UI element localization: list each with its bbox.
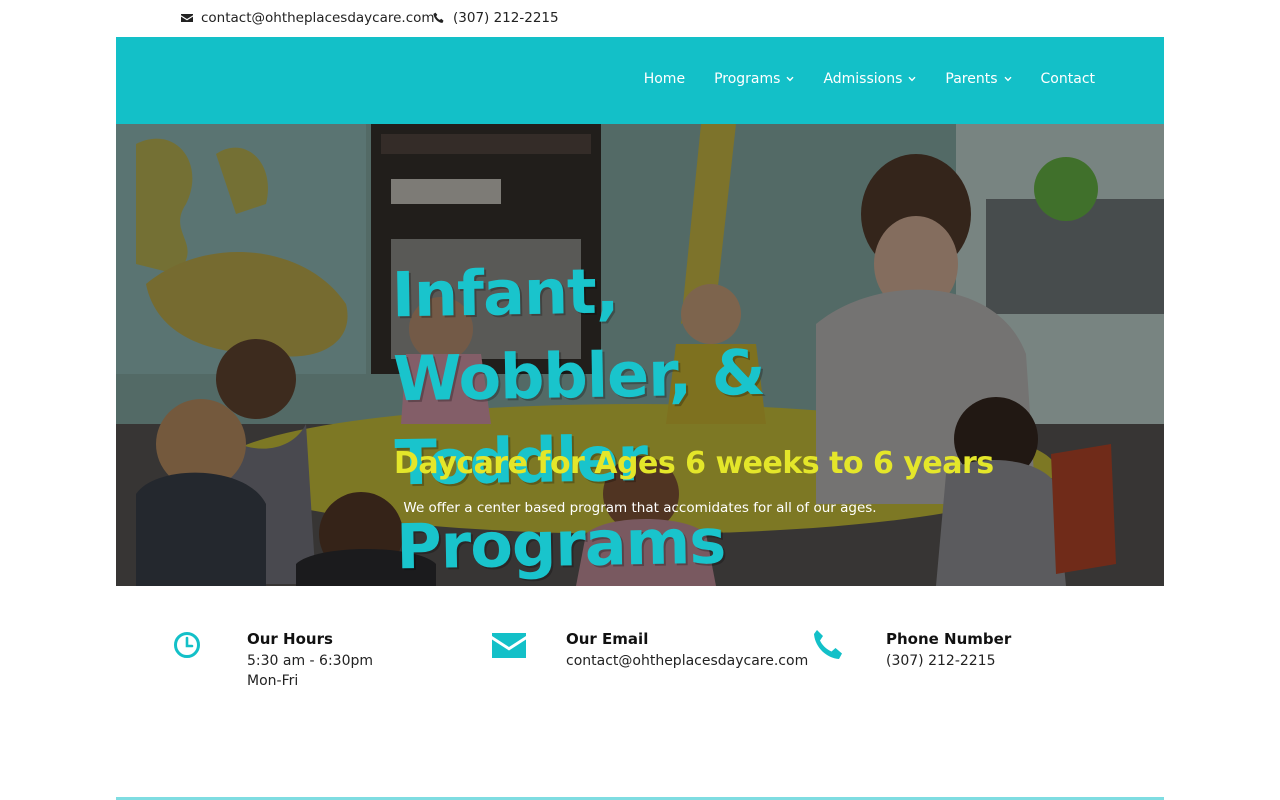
main-nav: Home Programs Admissions Parents Contact (644, 71, 1095, 87)
info-phone-title: Phone Number (886, 630, 1012, 648)
chevron-down-icon (786, 76, 794, 82)
topbar-phone-text: (307) 212-2215 (453, 10, 559, 26)
nav-home[interactable]: Home (644, 71, 685, 87)
chevron-down-icon (908, 76, 916, 82)
envelope-icon (492, 633, 526, 658)
clock-icon (174, 632, 200, 658)
topbar-email[interactable]: contact@ohtheplacesdaycare.com (181, 10, 435, 26)
nav-home-label: Home (643, 71, 686, 87)
topbar-email-text: contact@ohtheplacesdaycare.com (201, 10, 435, 26)
site-header: Home Programs Admissions Parents Contact (116, 37, 1164, 124)
info-phone-number[interactable]: (307) 212-2215 (886, 653, 996, 669)
hero-headline: Infant, Wobbler, & Toddler Programs (391, 245, 897, 586)
info-hours-title: Our Hours (247, 630, 333, 648)
nav-programs-label: Programs (714, 71, 781, 87)
info-email-address[interactable]: contact@ohtheplacesdaycare.com (566, 653, 808, 669)
nav-contact[interactable]: Contact (1041, 71, 1095, 87)
info-hours-days: Mon-Fri (247, 673, 299, 689)
nav-parents-label: Parents (945, 71, 998, 87)
hero-banner: Infant, Wobbler, & Toddler Programs Dayc… (116, 124, 1164, 586)
hero-subhead: Daycare for Ages 6 weeks to 6 years (394, 446, 994, 481)
info-hours-time: 5:30 am - 6:30pm (247, 653, 374, 669)
hero-tagline: We offer a center based program that acc… (403, 500, 877, 516)
nav-parents[interactable]: Parents (945, 71, 1012, 87)
nav-programs[interactable]: Programs (714, 71, 794, 87)
hero-headline-line1: Infant, Wobbler, & (391, 254, 766, 416)
chevron-down-icon (1004, 76, 1012, 82)
nav-admissions[interactable]: Admissions (823, 71, 916, 87)
phone-icon (814, 630, 842, 659)
nav-contact-label: Contact (1040, 71, 1095, 87)
info-email-title: Our Email (566, 630, 649, 648)
envelope-icon (181, 14, 193, 22)
nav-admissions-label: Admissions (823, 71, 903, 87)
topbar-phone[interactable]: (307) 212-2215 (433, 10, 559, 26)
top-contact-bar: contact@ohtheplacesdaycare.com (307) 212… (0, 0, 1280, 37)
phone-icon (433, 12, 444, 23)
